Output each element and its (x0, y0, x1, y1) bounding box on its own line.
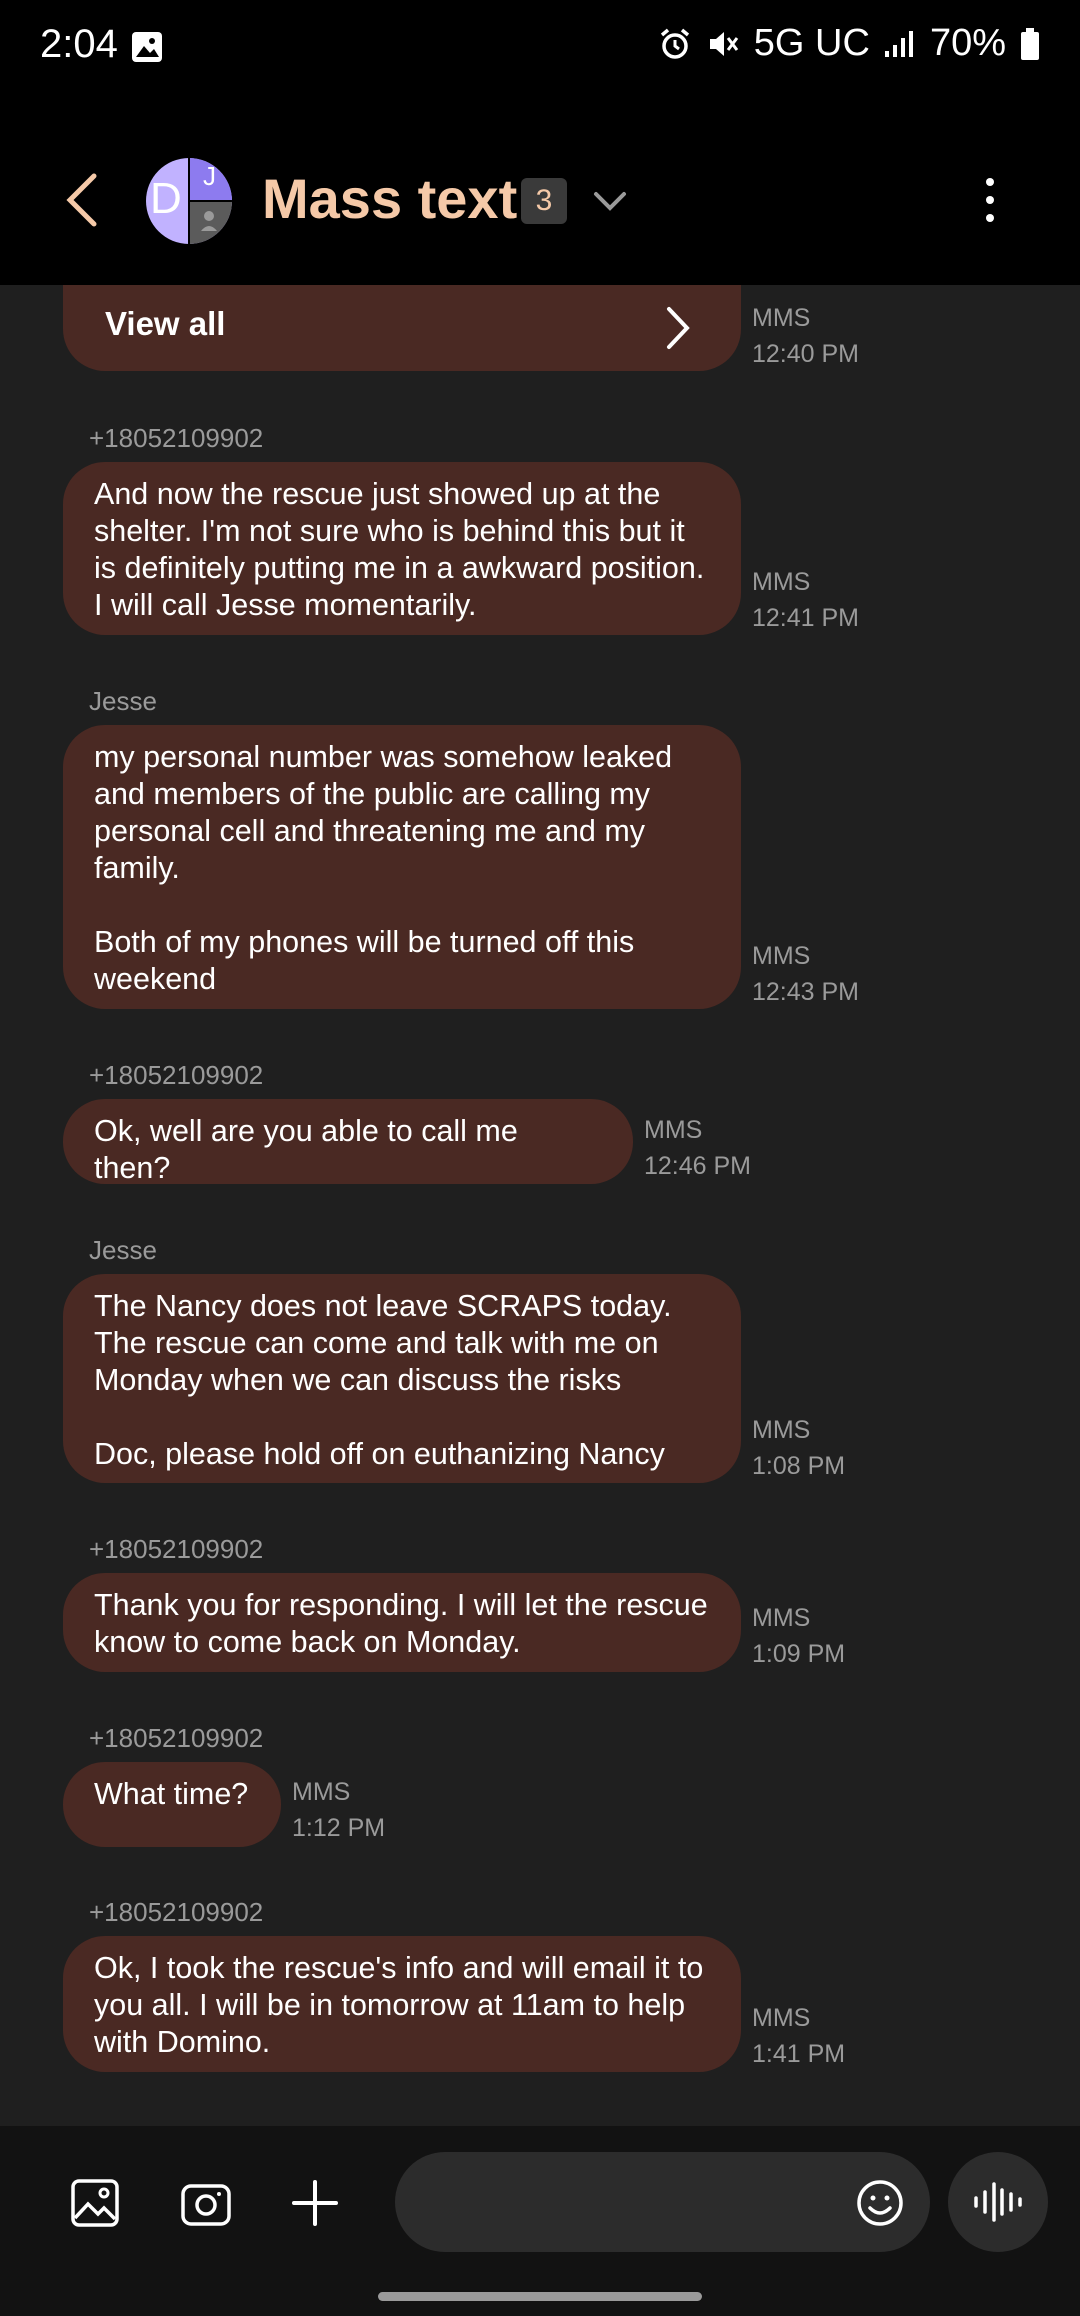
home-indicator[interactable] (378, 2292, 702, 2301)
avatar-quadrant-person (189, 201, 232, 244)
dot-icon (986, 214, 994, 222)
message-input[interactable] (395, 2152, 930, 2252)
plus-icon[interactable] (290, 2178, 340, 2228)
mute-icon (709, 31, 738, 56)
battery-percent: 70% (929, 22, 1006, 64)
message-time: 1:12 PM (292, 1814, 386, 1842)
voice-icon (974, 2182, 1022, 2222)
battery-icon (1021, 27, 1039, 60)
message-time: 12:40 PM (752, 340, 860, 368)
message-type: MMS (752, 1416, 811, 1444)
chevron-right-icon (667, 307, 690, 349)
message-meta: MMS 12:43 PM (752, 938, 859, 1010)
message-time: 1:08 PM (752, 1452, 846, 1480)
message-time: 1:41 PM (752, 2040, 846, 2068)
message-type: MMS (292, 1778, 351, 1806)
message-sender: Jesse (89, 686, 157, 716)
message-meta: MMS 12:41 PM (752, 564, 859, 636)
emoji-icon[interactable] (855, 2178, 905, 2228)
composer-bar (0, 2126, 1080, 2316)
message-sender: Jesse (89, 1235, 157, 1265)
view-all-label: View all (105, 305, 226, 342)
back-button[interactable] (58, 170, 108, 230)
avatar-letter-d: D (150, 174, 182, 223)
message-meta: MMS 1:41 PM (752, 2000, 845, 2072)
message-sender: +18052109902 (89, 1723, 264, 1753)
message-type: MMS (752, 2004, 811, 2032)
message-bubble[interactable]: Ok, well are you able to call me then? (63, 1099, 633, 1185)
message-bubble[interactable]: Ok, I took the rescue's info and will em… (63, 1936, 741, 2072)
network-label: 5G UC (753, 22, 870, 64)
message-bubble[interactable]: my personal number was somehow leaked an… (63, 725, 741, 1009)
message-sender: +18052109902 (89, 1897, 264, 1927)
voice-record-button[interactable] (948, 2152, 1048, 2252)
avatar-letter-j: J (203, 161, 216, 191)
chevron-down-icon[interactable] (592, 186, 628, 216)
dot-icon (986, 178, 994, 186)
message-type: MMS (752, 942, 811, 970)
message-meta: MMS 1:08 PM (752, 1412, 845, 1484)
message-sender: +18052109902 (89, 1534, 264, 1564)
message-type: MMS (752, 304, 811, 332)
more-options-button[interactable] (978, 178, 1002, 226)
message-bubble[interactable]: The Nancy does not leave SCRAPS today. T… (63, 1274, 741, 1483)
group-avatar[interactable]: D J (146, 158, 232, 244)
message-bubble[interactable]: And now the rescue just showed up at the… (63, 462, 741, 635)
message-time: 12:46 PM (644, 1152, 752, 1180)
dot-icon (986, 196, 994, 204)
message-time: 12:41 PM (752, 604, 860, 632)
message-time: 12:43 PM (752, 978, 860, 1006)
message-type: MMS (752, 1604, 811, 1632)
message-bubble[interactable]: What time? (63, 1762, 281, 1847)
message-type: MMS (644, 1116, 703, 1144)
message-meta: MMS 12:40 PM (752, 300, 859, 372)
message-meta: MMS 12:46 PM (644, 1112, 751, 1184)
camera-icon[interactable] (180, 2178, 232, 2228)
image-notification-icon (132, 32, 162, 62)
message-meta: MMS 1:09 PM (752, 1600, 845, 1672)
message-sender: +18052109902 (89, 423, 264, 453)
message-meta: MMS 1:12 PM (292, 1774, 385, 1846)
status-bar: 2:04 5G UC 70% (0, 0, 1080, 100)
message-bubble[interactable]: Thank you for responding. I will let the… (63, 1573, 741, 1672)
view-all-button[interactable]: View all (63, 285, 741, 371)
gallery-icon[interactable] (70, 2178, 120, 2228)
person-icon (201, 211, 217, 231)
message-sender: +18052109902 (89, 1060, 264, 1090)
avatar-quadrant-j: J (189, 158, 232, 201)
participant-count-badge: 3 (521, 178, 567, 224)
conversation-title[interactable]: Mass text (262, 166, 517, 231)
alarm-icon (660, 28, 689, 59)
status-time: 2:04 (40, 22, 118, 66)
message-time: 1:09 PM (752, 1640, 846, 1668)
status-icons: 5G UC 70% (658, 22, 1040, 65)
conversation-header: D J Mass text 3 (0, 100, 1080, 285)
message-type: MMS (752, 568, 811, 596)
signal-icon (884, 30, 913, 57)
